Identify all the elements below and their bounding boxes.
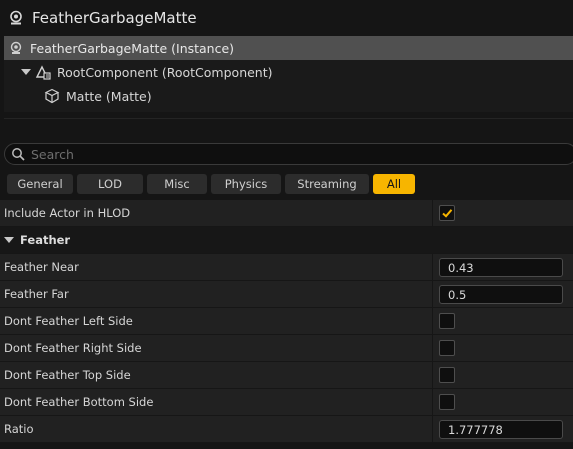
panel-title: FeatherGarbageMatte	[32, 9, 197, 27]
property-row-dont-feather-right: Dont Feather Right Side	[0, 335, 573, 362]
actor-sphere-icon	[8, 10, 24, 26]
property-row-dont-feather-top: Dont Feather Top Side	[0, 362, 573, 389]
filter-tabs: General LOD Misc Physics Streaming All	[7, 174, 415, 194]
divider	[4, 118, 573, 119]
tab-streaming[interactable]: Streaming	[285, 174, 369, 194]
tree-item-matte[interactable]: Matte (Matte)	[4, 84, 573, 108]
tab-misc[interactable]: Misc	[147, 174, 207, 194]
tree-item-label: FeatherGarbageMatte (Instance)	[30, 40, 235, 56]
actor-instance-icon	[8, 40, 24, 56]
feather-far-input[interactable]	[439, 285, 563, 304]
column-divider[interactable]	[432, 254, 433, 280]
dont-feather-top-checkbox[interactable]	[439, 367, 455, 383]
component-cube-icon	[44, 88, 60, 104]
tab-all[interactable]: All	[373, 174, 415, 194]
property-label: Include Actor in HLOD	[4, 206, 131, 220]
panel-splitter[interactable]	[0, 112, 573, 137]
chevron-down-icon[interactable]	[4, 237, 14, 243]
tree-item-label: Matte (Matte)	[66, 88, 152, 104]
property-row-include-actor-in-hlod: Include Actor in HLOD	[0, 200, 573, 227]
property-label: Ratio	[4, 422, 34, 436]
column-divider[interactable]	[432, 416, 433, 442]
column-divider[interactable]	[432, 200, 433, 226]
property-row-ratio: Ratio	[0, 416, 573, 443]
property-row-feather-near: Feather Near	[0, 254, 573, 281]
column-divider[interactable]	[432, 389, 433, 415]
property-label: Dont Feather Left Side	[4, 314, 133, 328]
property-label: Dont Feather Bottom Side	[4, 395, 154, 409]
component-tree: FeatherGarbageMatte (Instance) RootCompo…	[4, 36, 573, 112]
include-actor-in-hlod-checkbox[interactable]	[439, 205, 455, 221]
dont-feather-right-checkbox[interactable]	[439, 340, 455, 356]
property-row-feather-far: Feather Far	[0, 281, 573, 308]
ratio-input[interactable]	[439, 420, 563, 439]
tree-item-instance[interactable]: FeatherGarbageMatte (Instance)	[4, 36, 573, 60]
property-label: Feather Far	[4, 287, 69, 301]
property-label: Dont Feather Right Side	[4, 341, 142, 355]
column-divider[interactable]	[432, 335, 433, 361]
tree-item-label: RootComponent (RootComponent)	[57, 64, 273, 80]
dont-feather-bottom-checkbox[interactable]	[439, 394, 455, 410]
tree-item-rootcomponent[interactable]: RootComponent (RootComponent)	[4, 60, 573, 84]
root-component-icon	[35, 64, 51, 80]
tab-general[interactable]: General	[7, 174, 73, 194]
search-icon	[11, 147, 25, 161]
tab-physics[interactable]: Physics	[211, 174, 281, 194]
property-label: Feather Near	[4, 260, 79, 274]
column-divider[interactable]	[432, 281, 433, 307]
tab-lod[interactable]: LOD	[77, 174, 143, 194]
category-label: Feather	[20, 233, 71, 247]
property-label: Dont Feather Top Side	[4, 368, 131, 382]
property-row-dont-feather-bottom: Dont Feather Bottom Side	[0, 389, 573, 416]
search-box[interactable]	[4, 143, 573, 165]
property-grid: Include Actor in HLOD Feather Feather Ne…	[0, 200, 573, 443]
property-row-dont-feather-left: Dont Feather Left Side	[0, 308, 573, 335]
feather-near-input[interactable]	[439, 258, 563, 277]
checkmark-icon	[442, 209, 453, 218]
chevron-down-icon[interactable]	[21, 69, 31, 75]
dont-feather-left-checkbox[interactable]	[439, 313, 455, 329]
search-input[interactable]	[31, 146, 511, 162]
details-title-bar: FeatherGarbageMatte	[0, 0, 573, 36]
column-divider[interactable]	[432, 362, 433, 388]
column-divider[interactable]	[432, 308, 433, 334]
category-feather[interactable]: Feather	[0, 227, 573, 254]
